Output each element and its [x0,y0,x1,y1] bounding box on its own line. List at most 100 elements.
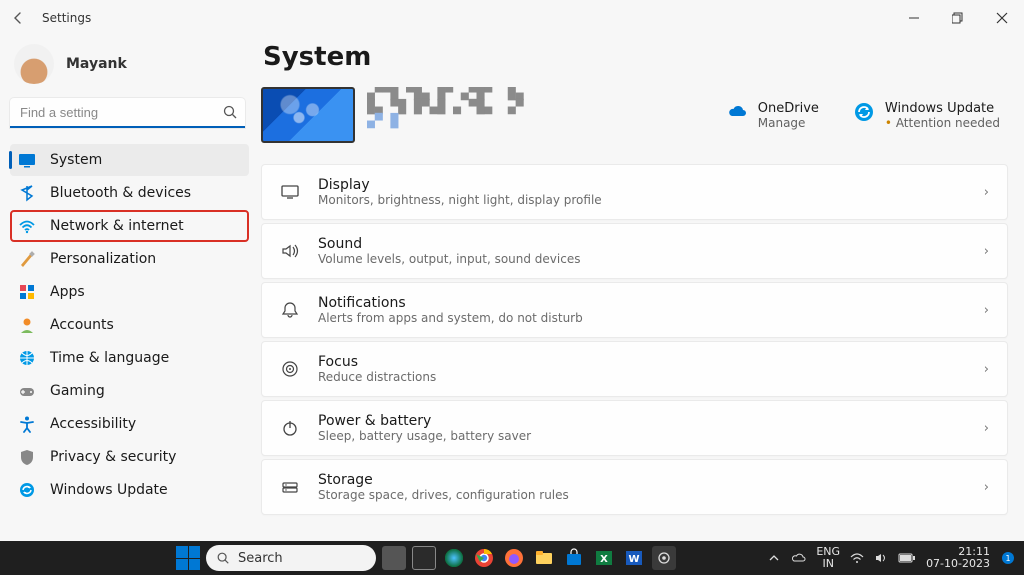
card-sub: Storage space, drives, configuration rul… [318,488,966,502]
brush-icon [18,250,36,268]
sidebar-item-label: Time & language [50,350,169,366]
card-title: Notifications [318,295,966,311]
word-icon[interactable]: W [622,546,646,570]
edge-icon[interactable] [442,546,466,570]
chevron-right-icon: › [984,244,989,259]
sidebar-item-privacy[interactable]: Privacy & security [10,441,249,473]
cloud-icon [726,101,748,123]
system-icon [18,151,36,169]
tray-chevron-icon[interactable] [768,552,780,564]
chevron-right-icon: › [984,362,989,377]
onedrive-sub: Manage [758,116,819,130]
store-icon[interactable] [562,546,586,570]
maximize-button[interactable] [936,2,980,34]
explorer-icon[interactable] [532,546,556,570]
sidebar-item-label: Apps [50,284,85,300]
sidebar-item-accessibility[interactable]: Accessibility [10,408,249,440]
bluetooth-icon [18,184,36,202]
onedrive-title: OneDrive [758,101,819,116]
clock[interactable]: 21:11 07-10-2023 [926,546,990,570]
chevron-right-icon: › [984,185,989,200]
taskbar-search[interactable]: Search [206,545,376,571]
apps-icon [18,283,36,301]
clock-date: 07-10-2023 [926,558,990,570]
device-info: ▄▀▀█ ▀█▄ █▀ ▄▀█▀ █▄ █▄ ▀█ █▀▄█ ▄ ▀█▄ ▄▀ … [367,87,567,143]
wifi-tray-icon[interactable] [850,551,864,565]
sidebar-item-apps[interactable]: Apps [10,276,249,308]
app-title: Settings [42,11,91,25]
update-icon [853,101,875,123]
power-icon [280,418,300,438]
back-button[interactable] [8,8,28,28]
card-storage[interactable]: StorageStorage space, drives, configurat… [261,459,1008,515]
desktop-thumbnail[interactable] [261,87,355,143]
person-icon [18,316,36,334]
settings-taskbar-icon[interactable] [652,546,676,570]
card-notifications[interactable]: NotificationsAlerts from apps and system… [261,282,1008,338]
svg-text:1: 1 [1005,554,1010,563]
update-title: Windows Update [885,101,1000,116]
notifications-tray-icon[interactable]: 1 [1000,550,1016,566]
minimize-button[interactable] [892,2,936,34]
card-sub: Alerts from apps and system, do not dist… [318,311,966,325]
taskbar-search-label: Search [238,551,283,566]
chrome-icon[interactable] [472,546,496,570]
sidebar-item-gaming[interactable]: Gaming [10,375,249,407]
sidebar-item-accounts[interactable]: Accounts [10,309,249,341]
battery-tray-icon[interactable] [898,552,916,564]
svg-text:W: W [628,554,639,565]
chevron-right-icon: › [984,421,989,436]
firefox-icon[interactable] [502,546,526,570]
bell-icon [280,300,300,320]
sound-icon [280,241,300,261]
card-power[interactable]: Power & batterySleep, battery usage, bat… [261,400,1008,456]
update-icon [18,481,36,499]
card-sub: Sleep, battery usage, battery saver [318,429,966,443]
copilot-icon[interactable] [412,546,436,570]
card-sound[interactable]: SoundVolume levels, output, input, sound… [261,223,1008,279]
card-title: Display [318,177,966,193]
onedrive-tray-icon[interactable] [790,550,806,566]
card-sub: Reduce distractions [318,370,966,384]
shield-icon [18,448,36,466]
card-title: Power & battery [318,413,966,429]
sidebar-item-label: Bluetooth & devices [50,185,191,201]
search-box[interactable] [10,98,245,128]
storage-icon [280,477,300,497]
chevron-right-icon: › [984,303,989,318]
search-input[interactable] [10,98,245,128]
sidebar-item-label: Accessibility [50,416,136,432]
sidebar-item-network[interactable]: Network & internet [10,210,249,242]
volume-tray-icon[interactable] [874,551,888,565]
excel-icon[interactable]: X [592,546,616,570]
avatar [14,44,54,84]
onedrive-tile[interactable]: OneDrive Manage [726,101,819,130]
start-button[interactable] [176,546,200,570]
sidebar-item-label: Personalization [50,251,156,267]
sidebar-item-label: Network & internet [50,218,184,234]
sidebar-item-label: Privacy & security [50,449,176,465]
sidebar-item-label: Windows Update [50,482,168,498]
sidebar-item-windows-update[interactable]: Windows Update [10,474,249,506]
card-sub: Volume levels, output, input, sound devi… [318,252,966,266]
sidebar-item-personalization[interactable]: Personalization [10,243,249,275]
card-focus[interactable]: FocusReduce distractions › [261,341,1008,397]
user-name: Mayank [66,56,127,72]
card-title: Focus [318,354,966,370]
wifi-icon [18,217,36,235]
windows-update-tile[interactable]: Windows Update Attention needed [853,101,1000,130]
user-profile[interactable]: Mayank [10,42,249,96]
language-indicator[interactable]: ENG IN [816,546,840,570]
sidebar-item-system[interactable]: System [10,144,249,176]
globe-icon [18,349,36,367]
svg-text:X: X [600,554,608,565]
sidebar-item-bluetooth[interactable]: Bluetooth & devices [10,177,249,209]
accessibility-icon [18,415,36,433]
taskbar[interactable]: Search X W ENG IN 21:11 07-10-2023 1 [0,541,1024,575]
card-title: Storage [318,472,966,488]
card-display[interactable]: DisplayMonitors, brightness, night light… [261,164,1008,220]
task-view-icon[interactable] [382,546,406,570]
sidebar-item-label: System [50,152,102,168]
close-button[interactable] [980,2,1024,34]
sidebar-item-time-language[interactable]: Time & language [10,342,249,374]
